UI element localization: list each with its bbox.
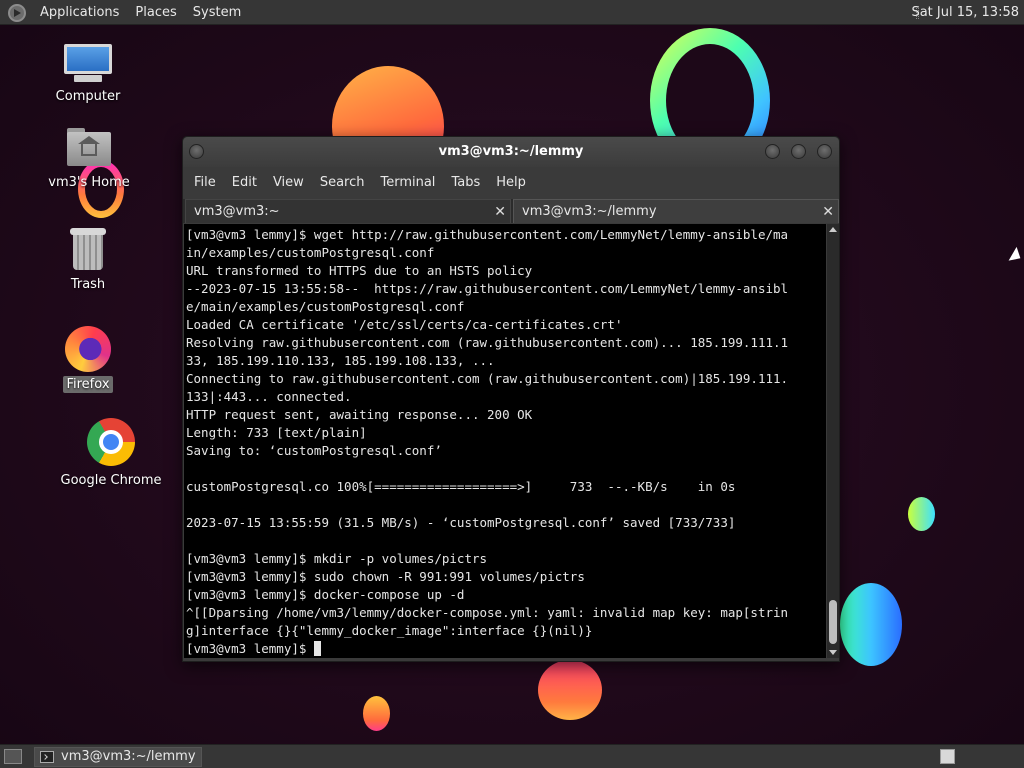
bottom-panel: vm3@vm3:~/lemmy xyxy=(0,744,1024,768)
top-panel: Applications Places System Sat Jul 15, 1… xyxy=(0,0,1024,25)
close-tab-icon[interactable]: ✕ xyxy=(822,200,834,224)
desktop-icon-firefox[interactable]: Firefox xyxy=(48,326,128,393)
maximize-button[interactable] xyxy=(791,144,806,159)
menu-help[interactable]: Help xyxy=(488,175,534,190)
terminal-prompt: [vm3@vm3 lemmy]$ xyxy=(186,641,314,656)
terminal-tabs: vm3@vm3:~ ✕ vm3@vm3:~/lemmy ✕ xyxy=(183,199,839,223)
terminal-line: e/main/examples/customPostgresql.conf xyxy=(186,299,465,314)
menu-system[interactable]: System xyxy=(185,5,249,20)
chrome-icon xyxy=(87,418,135,466)
minimize-button[interactable] xyxy=(765,144,780,159)
terminal-line: Loaded CA certificate '/etc/ssl/certs/ca… xyxy=(186,317,623,332)
desktop-icon-trash[interactable]: Trash xyxy=(48,228,128,293)
terminal-line: [vm3@vm3 lemmy]$ docker-compose up -d xyxy=(186,587,465,602)
top-panel-menu: Applications Places System xyxy=(0,0,249,25)
desktop-icon-label: Computer xyxy=(55,89,121,104)
tab-label: vm3@vm3:~ xyxy=(194,204,280,219)
terminal-line: customPostgresql.co 100%[===============… xyxy=(186,479,736,494)
terminal-line: 33, 185.199.110.133, 185.199.108.133, ..… xyxy=(186,353,495,368)
terminal-line: g]interface {}{"lemmy_docker_image":inte… xyxy=(186,623,593,638)
terminal-line: [vm3@vm3 lemmy]$ mkdir -p volumes/pictrs xyxy=(186,551,488,566)
scroll-down-icon[interactable] xyxy=(829,650,837,655)
menu-view[interactable]: View xyxy=(265,175,312,190)
terminal-text: [vm3@vm3 lemmy]$ wget http://raw.githubu… xyxy=(184,224,826,658)
wallpaper-shape xyxy=(908,497,935,531)
scroll-up-icon[interactable] xyxy=(829,227,837,232)
workspace-switcher[interactable] xyxy=(940,749,955,764)
terminal-line: ^[[Dparsing /home/vm3/lemmy/docker-compo… xyxy=(186,605,789,620)
firefox-icon xyxy=(65,326,111,372)
desktop-icon-home[interactable]: vm3's Home xyxy=(44,128,134,191)
desktop-icon-label: vm3's Home xyxy=(48,175,130,190)
menu-places[interactable]: Places xyxy=(127,5,184,20)
wallpaper-shape xyxy=(840,583,902,666)
desktop-icon-label: Firefox xyxy=(63,376,113,393)
clock[interactable]: Sat Jul 15, 13:58 xyxy=(911,0,1019,25)
terminal-line: URL transformed to HTTPS due to an HSTS … xyxy=(186,263,533,278)
terminal-line: in/examples/customPostgresql.conf xyxy=(186,245,435,260)
terminal-icon xyxy=(40,751,54,763)
show-desktop-icon[interactable] xyxy=(4,749,22,764)
menu-file[interactable]: File xyxy=(186,175,224,190)
taskbar-item-label: vm3@vm3:~/lemmy xyxy=(61,749,196,764)
terminal-line: Connecting to raw.githubusercontent.com … xyxy=(186,371,789,386)
tab-home[interactable]: vm3@vm3:~ ✕ xyxy=(185,199,511,223)
home-folder-icon xyxy=(67,128,111,166)
terminal-line: 133|:443... connected. xyxy=(186,389,352,404)
trash-icon xyxy=(70,228,106,270)
menu-tabs[interactable]: Tabs xyxy=(443,175,488,190)
window-titlebar[interactable]: vm3@vm3:~/lemmy xyxy=(183,137,839,167)
close-button[interactable] xyxy=(817,144,832,159)
desktop-icon-computer[interactable]: Computer xyxy=(48,44,128,105)
desktop-icon-label: Google Chrome xyxy=(60,473,162,488)
terminal-line: [vm3@vm3 lemmy]$ sudo chown -R 991:991 v… xyxy=(186,569,585,584)
desktop-icon-chrome[interactable]: Google Chrome xyxy=(56,418,166,489)
menu-applications[interactable]: Applications xyxy=(32,5,127,20)
terminal-line: Length: 733 [text/plain] xyxy=(186,425,367,440)
mate-logo-icon[interactable] xyxy=(8,3,26,22)
wallpaper-shape xyxy=(363,696,390,731)
terminal-cursor xyxy=(313,641,321,656)
terminal-scrollbar[interactable] xyxy=(827,224,839,658)
terminal-menubar: File Edit View Search Terminal Tabs Help xyxy=(183,167,839,197)
taskbar-item-terminal[interactable]: vm3@vm3:~/lemmy xyxy=(34,747,202,767)
terminal-line: --2023-07-15 13:55:58-- https://raw.gith… xyxy=(186,281,789,296)
menu-search[interactable]: Search xyxy=(312,175,373,190)
scrollbar-thumb[interactable] xyxy=(829,600,837,644)
menu-edit[interactable]: Edit xyxy=(224,175,265,190)
tab-label: vm3@vm3:~/lemmy xyxy=(522,204,657,219)
terminal-window[interactable]: vm3@vm3:~/lemmy File Edit View Search Te… xyxy=(182,136,840,662)
window-title: vm3@vm3:~/lemmy xyxy=(438,144,584,159)
mouse-pointer-icon xyxy=(1008,246,1024,266)
close-tab-icon[interactable]: ✕ xyxy=(494,200,506,224)
computer-icon xyxy=(64,44,112,82)
menu-terminal[interactable]: Terminal xyxy=(372,175,443,190)
terminal-line: Resolving raw.githubusercontent.com (raw… xyxy=(186,335,789,350)
terminal-line: 2023-07-15 13:55:59 (31.5 MB/s) - ‘custo… xyxy=(186,515,736,530)
terminal-line: Saving to: ‘customPostgresql.conf’ xyxy=(186,443,442,458)
terminal-output[interactable]: [vm3@vm3 lemmy]$ wget http://raw.githubu… xyxy=(184,224,826,658)
desktop-icon-label: Trash xyxy=(70,277,106,292)
terminal-line: HTTP request sent, awaiting response... … xyxy=(186,407,533,422)
tab-lemmy[interactable]: vm3@vm3:~/lemmy ✕ xyxy=(513,199,839,223)
wallpaper-shape xyxy=(538,660,602,720)
terminal-line: [vm3@vm3 lemmy]$ wget http://raw.githubu… xyxy=(186,227,789,242)
